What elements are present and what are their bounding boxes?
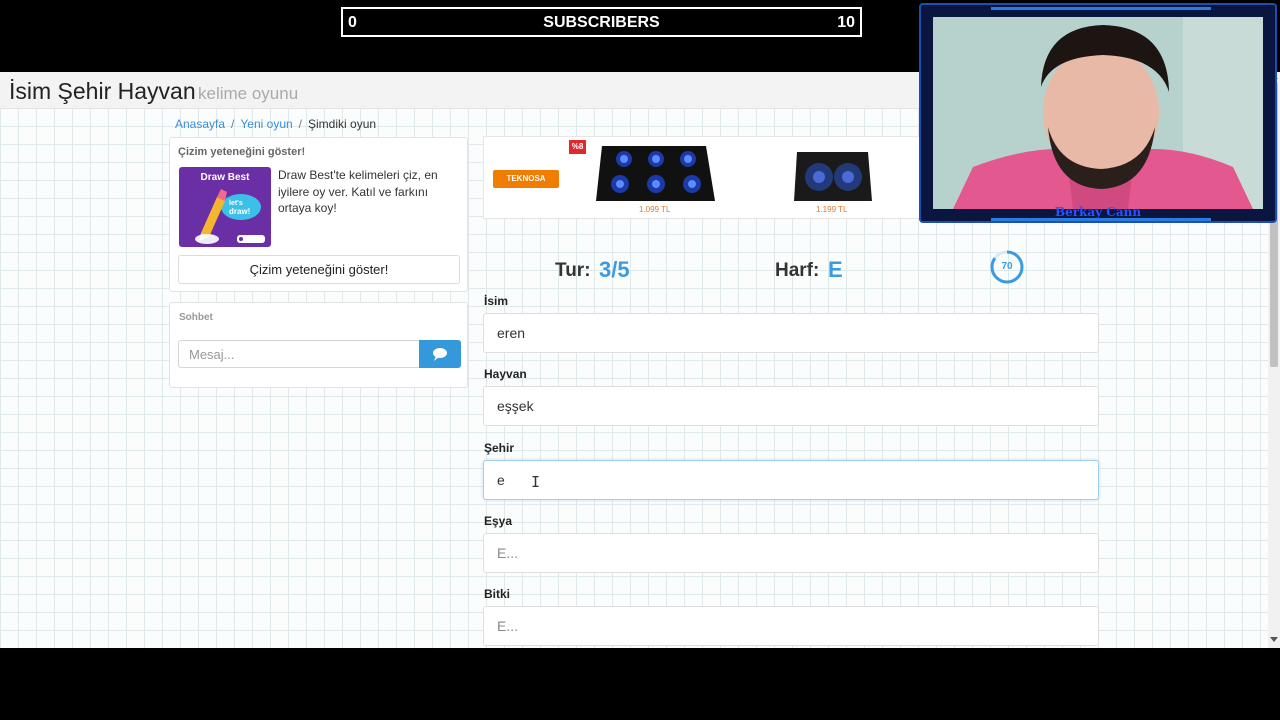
cooler-product-1	[596, 146, 715, 201]
text-cursor-icon: I	[531, 473, 541, 491]
svg-text:draw!: draw!	[229, 207, 250, 216]
letter-value: E	[828, 257, 843, 282]
streamer-webcam-image	[933, 17, 1263, 209]
esya-input[interactable]: E...	[483, 533, 1099, 573]
laptop-cooler-images	[596, 146, 872, 201]
breadcrumb-home[interactable]: Anasayfa	[175, 117, 225, 131]
site-title[interactable]: İsim Şehir Hayvan	[9, 78, 196, 105]
draw-best-button[interactable]: Çizim yeteneğini göster!	[178, 255, 460, 284]
chat-panel: Sohbet Mesaj...	[169, 302, 468, 388]
sehir-input[interactable]: e I	[483, 460, 1099, 500]
draw-best-panel: Çizim yeteneğini göster! Draw Best let's…	[169, 137, 468, 292]
speech-bubble-icon	[433, 348, 447, 361]
draw-best-banner[interactable]: Draw Best let's draw!	[179, 167, 271, 247]
breadcrumb-separator: /	[231, 117, 235, 131]
hayvan-input[interactable]: eşşek	[483, 386, 1099, 426]
chat-send-button[interactable]	[419, 340, 461, 368]
chat-message-input[interactable]: Mesaj...	[178, 340, 420, 368]
cooler-product-2	[794, 152, 872, 201]
round-value: 3/5	[599, 257, 630, 282]
bitki-label: Bitki	[484, 587, 511, 601]
isim-input[interactable]: eren	[483, 313, 1099, 353]
draw-panel-heading: Çizim yeteneğini göster!	[178, 146, 306, 158]
screen: 0 SUBSCRIBERS 10 İsim Şehir Hayvan kelim…	[0, 0, 1280, 720]
subscriber-goal-bar: 0 SUBSCRIBERS 10	[341, 7, 862, 37]
isim-label: İsim	[484, 294, 509, 308]
bitki-input[interactable]: E...	[483, 606, 1099, 646]
countdown-timer-value: 70	[1001, 261, 1013, 272]
scroll-down-arrow-icon[interactable]	[1270, 637, 1278, 642]
pencil-illustration-icon: let's draw!	[195, 189, 265, 244]
site-subtitle: kelime oyunu	[198, 84, 299, 103]
webcam-feed	[933, 17, 1263, 209]
advertisement-banner[interactable]: TEKNOSA %8 1.099 TL 1.199 TL	[483, 136, 923, 219]
draw-panel-description: Draw Best'te kelimeleri çiz, en iyilere …	[278, 168, 438, 215]
breadcrumb-separator: /	[298, 117, 303, 131]
sehir-input-value: e	[497, 472, 505, 488]
product-price-2: 1.199 TL	[816, 205, 848, 214]
chat-heading: Sohbet	[179, 312, 213, 323]
sehir-label: Şehir	[484, 441, 515, 455]
subscriber-goal: 10	[837, 14, 855, 31]
esya-label: Eşya	[484, 514, 513, 528]
breadcrumb: Anasayfa / Yeni oyun / Şimdiki oyun	[175, 117, 376, 131]
svg-text:let's: let's	[229, 200, 243, 207]
webcam-overlay: Berkay Cann	[919, 3, 1277, 223]
hayvan-label: Hayvan	[484, 367, 527, 381]
breadcrumb-new-game[interactable]: Yeni oyun	[240, 117, 292, 131]
breadcrumb-current: Şimdiki oyun	[308, 117, 377, 131]
webcam-name-label: Berkay Cann	[1054, 205, 1142, 219]
letter-label: Harf:	[775, 260, 820, 281]
product-price-1: 1.099 TL	[639, 205, 671, 214]
subscriber-label: SUBSCRIBERS	[543, 14, 660, 31]
round-label: Tur:	[555, 260, 591, 281]
